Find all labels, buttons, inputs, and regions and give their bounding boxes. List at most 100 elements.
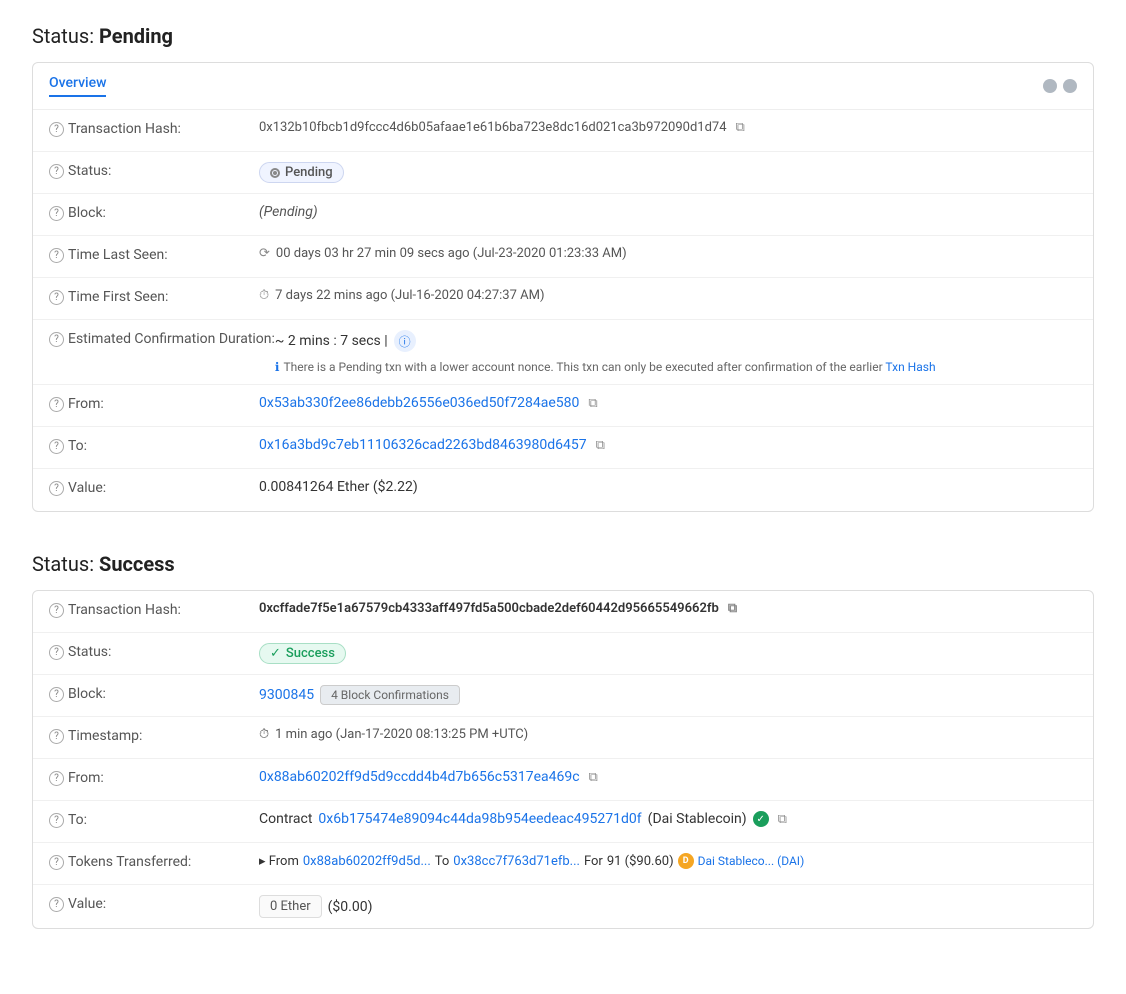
tokens-to-link[interactable]: 0x38cc7f763d71efb... (453, 854, 580, 869)
success-block-confirmations-badge: 4 Block Confirmations (320, 685, 460, 705)
pending-status-label: ? Status: (49, 162, 259, 179)
success-block-label: ? Block: (49, 685, 259, 702)
pending-status-badge: Pending (259, 162, 344, 183)
success-value-label: ? Value: (49, 895, 259, 912)
pending-to-label: ? To: (49, 437, 259, 454)
pending-from-copy-icon[interactable]: ⧉ (588, 396, 597, 411)
success-value-value: 0 Ether ($0.00) (259, 895, 1077, 918)
success-from-help-icon[interactable]: ? (49, 771, 64, 786)
pending-time-first-seen-value: ⏱ 7 days 22 mins ago (Jul-16-2020 04:27:… (259, 288, 1077, 303)
success-txhash-help-icon[interactable]: ? (49, 603, 64, 618)
success-status-row: ? Status: ✓ Success (33, 633, 1093, 675)
pending-time-first-seen-row: ? Time First Seen: ⏱ 7 days 22 mins ago … (33, 278, 1093, 320)
dai-coin-icon: D (678, 853, 694, 869)
pending-time-last-seen-value: ⟳ 00 days 03 hr 27 min 09 secs ago (Jul-… (259, 246, 1077, 261)
success-from-label: ? From: (49, 769, 259, 786)
pending-card-header: Overview (33, 63, 1093, 110)
success-check-icon: ✓ (270, 646, 281, 661)
success-status-help-icon[interactable]: ? (49, 645, 64, 660)
success-timestamp-help-icon[interactable]: ? (49, 729, 64, 744)
tokens-transfer-detail: ▸ From 0x88ab60202ff9d5d... To 0x38cc7f7… (259, 853, 804, 869)
success-txhash-copy-icon[interactable]: ⧉ (728, 601, 737, 616)
pending-to-row: ? To: 0x16a3bd9c7eb11106326cad2263bd8463… (33, 427, 1093, 469)
success-value-help-icon[interactable]: ? (49, 897, 64, 912)
block-help-icon[interactable]: ? (49, 206, 64, 221)
success-status-value: ✓ Success (259, 643, 1077, 664)
clock-icon-2: ⏱ (259, 288, 269, 303)
success-tokens-help-icon[interactable]: ? (49, 855, 64, 870)
success-to-value: Contract 0x6b175474e89094c44da98b954eede… (259, 811, 1077, 827)
dot-1 (1043, 79, 1057, 93)
value-help-icon[interactable]: ? (49, 481, 64, 496)
overview-tab[interactable]: Overview (49, 75, 106, 97)
success-card: ? Transaction Hash: 0xcffade7f5e1a67579c… (32, 590, 1094, 929)
pending-from-row: ? From: 0x53ab330f2ee86debb26556e036ed50… (33, 385, 1093, 427)
pending-value-row: ? Value: 0.00841264 Ether ($2.22) (33, 469, 1093, 511)
success-from-row: ? From: 0x88ab60202ff9d5d9ccdd4b4d7b656c… (33, 759, 1093, 801)
success-to-row: ? To: Contract 0x6b175474e89094c44da98b9… (33, 801, 1093, 843)
dai-link[interactable]: Dai Stableco... (DAI) (698, 854, 805, 868)
header-dots (1043, 79, 1077, 93)
pending-time-last-seen-row: ? Time Last Seen: ⟳ 00 days 03 hr 27 min… (33, 236, 1093, 278)
success-ether-value-box: 0 Ether (259, 895, 322, 918)
txn-hash-link[interactable]: Txn Hash (885, 360, 935, 374)
tokens-from-link[interactable]: 0x88ab60202ff9d5d... (303, 854, 431, 869)
success-status-badge: ✓ Success (259, 643, 346, 664)
pending-value-value: 0.00841264 Ether ($2.22) (259, 479, 1077, 495)
pending-est-confirmation-label: ? Estimated Confirmation Duration: (49, 330, 275, 347)
time-last-help-icon[interactable]: ? (49, 248, 64, 263)
pending-est-confirmation-row: ? Estimated Confirmation Duration: ~ 2 m… (33, 320, 1093, 385)
pending-est-confirmation-value: ~ 2 mins : 7 secs | ⓘ ℹ There is a Pendi… (275, 330, 1077, 374)
success-from-value: 0x88ab60202ff9d5d9ccdd4b4d7b656c5317ea46… (259, 769, 1077, 785)
success-from-copy-icon[interactable]: ⧉ (589, 770, 598, 785)
pending-to-copy-icon[interactable]: ⧉ (596, 438, 605, 453)
status-help-icon[interactable]: ? (49, 164, 64, 179)
pending-block-row: ? Block: (Pending) (33, 194, 1093, 236)
dai-badge: D Dai Stableco... (DAI) (678, 853, 805, 869)
to-help-icon[interactable]: ? (49, 439, 64, 454)
success-section-title: Status: Success (32, 552, 1094, 576)
success-block-number-link[interactable]: 9300845 (259, 687, 314, 703)
success-to-help-icon[interactable]: ? (49, 813, 64, 828)
dot-2 (1063, 79, 1077, 93)
success-timestamp-value: ⏱ 1 min ago (Jan-17-2020 08:13:25 PM +UT… (259, 727, 1077, 742)
success-txhash-value: 0xcffade7f5e1a67579cb4333aff497fd5a500cb… (259, 601, 1077, 616)
pending-block-value: (Pending) (259, 204, 1077, 220)
success-tokens-value: ▸ From 0x88ab60202ff9d5d... To 0x38cc7f7… (259, 853, 1077, 869)
pending-txhash-label: ? Transaction Hash: (49, 120, 259, 137)
success-timestamp-label: ? Timestamp: (49, 727, 259, 744)
pending-status-value: Pending (259, 162, 1077, 183)
pending-txhash-copy-icon[interactable]: ⧉ (736, 120, 745, 135)
pending-from-label: ? From: (49, 395, 259, 412)
success-block-help-icon[interactable]: ? (49, 687, 64, 702)
est-help-icon[interactable]: ? (49, 332, 64, 347)
pending-info-row: ℹ There is a Pending txn with a lower ac… (275, 360, 936, 374)
success-txhash-row: ? Transaction Hash: 0xcffade7f5e1a67579c… (33, 591, 1093, 633)
tokens-amount: 91 ($90.60) (607, 854, 674, 869)
success-value-row: ? Value: 0 Ether ($0.00) (33, 885, 1093, 928)
pending-from-address-link[interactable]: 0x53ab330f2ee86debb26556e036ed50f7284ae5… (259, 395, 579, 411)
success-usd-value: ($0.00) (328, 899, 373, 915)
contract-verified-icon: ✓ (753, 811, 769, 827)
success-to-label: ? To: (49, 811, 259, 828)
pending-block-label: ? Block: (49, 204, 259, 221)
success-tokens-label: ? Tokens Transferred: (49, 853, 259, 870)
pending-value-label: ? Value: (49, 479, 259, 496)
success-block-row: ? Block: 9300845 4 Block Confirmations (33, 675, 1093, 717)
success-status-label: ? Status: (49, 643, 259, 660)
success-from-address-link[interactable]: 0x88ab60202ff9d5d9ccdd4b4d7b656c5317ea46… (259, 769, 580, 785)
info-icon: ℹ (275, 360, 280, 374)
success-timestamp-row: ? Timestamp: ⏱ 1 min ago (Jan-17-2020 08… (33, 717, 1093, 759)
success-tokens-row: ? Tokens Transferred: ▸ From 0x88ab60202… (33, 843, 1093, 885)
pending-dot-icon (270, 168, 280, 178)
pending-to-value: 0x16a3bd9c7eb11106326cad2263bd8463980d64… (259, 437, 1077, 453)
pending-section-title: Status: Pending (32, 24, 1094, 48)
time-first-help-icon[interactable]: ? (49, 290, 64, 305)
pending-to-address-link[interactable]: 0x16a3bd9c7eb11106326cad2263bd8463980d64… (259, 437, 587, 453)
txhash-help-icon[interactable]: ? (49, 122, 64, 137)
success-to-address-link[interactable]: 0x6b175474e89094c44da98b954eedeac495271d… (318, 811, 641, 827)
success-to-copy-icon[interactable]: ⧉ (778, 812, 787, 827)
from-help-icon[interactable]: ? (49, 397, 64, 412)
pending-txhash-row: ? Transaction Hash: 0x132b10fbcb1d9fccc4… (33, 110, 1093, 152)
pending-txhash-value: 0x132b10fbcb1d9fccc4d6b05afaae1e61b6ba72… (259, 120, 1077, 135)
